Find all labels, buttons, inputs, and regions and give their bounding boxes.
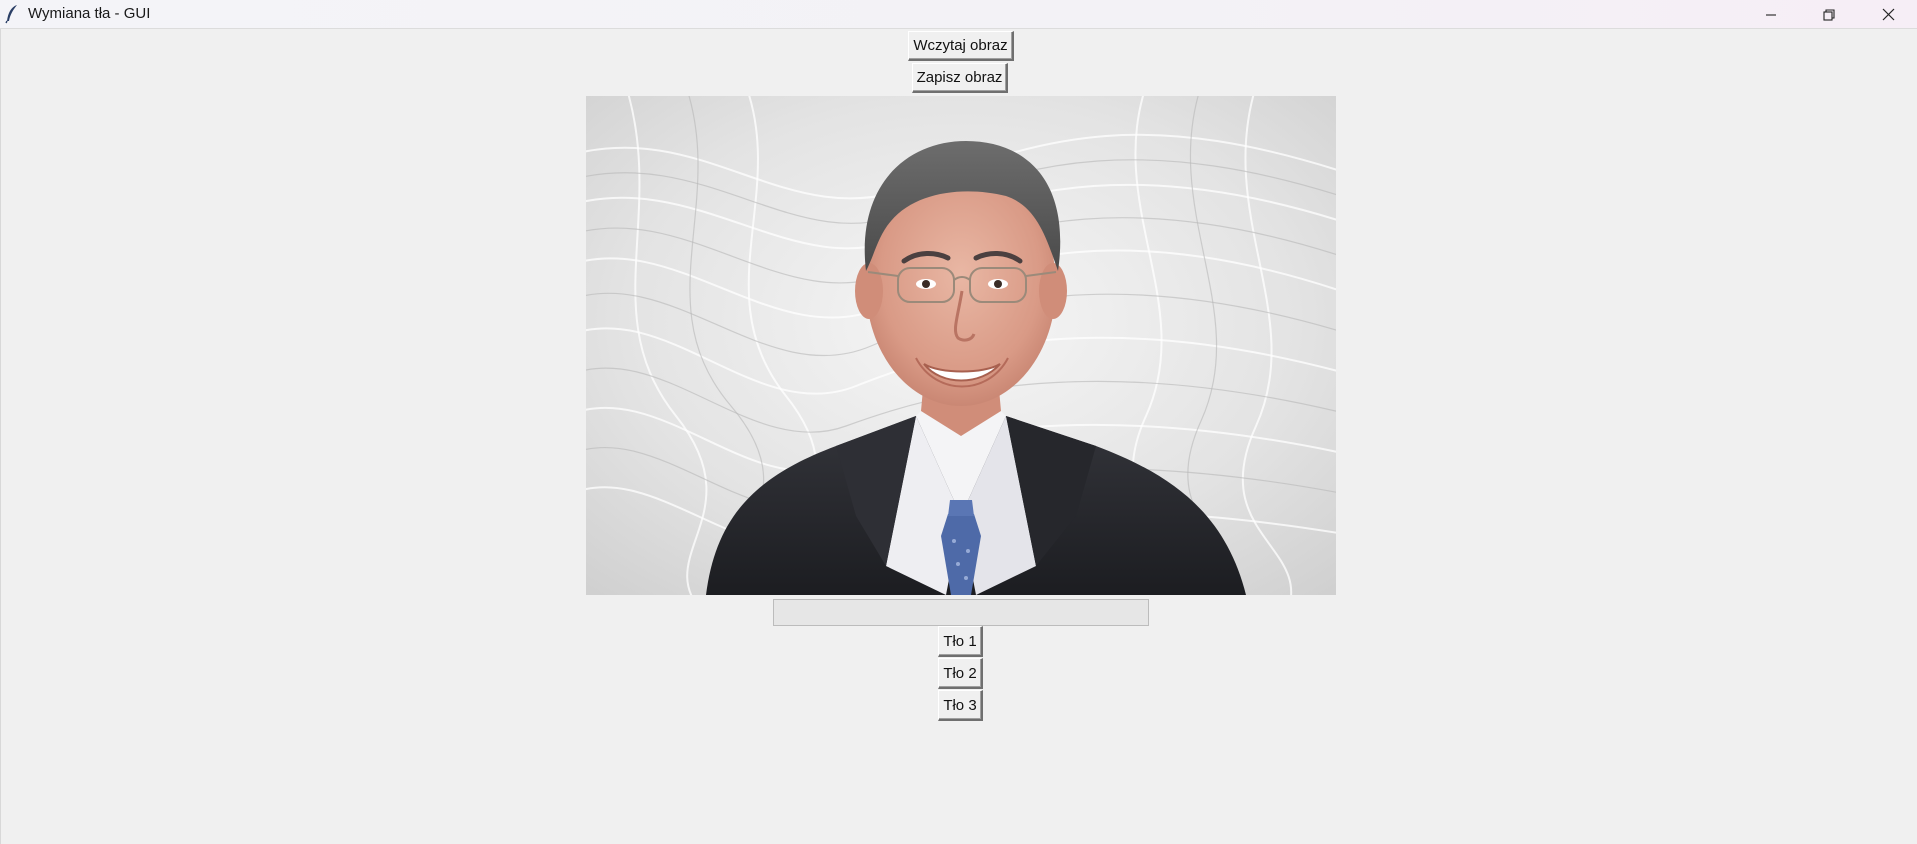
save-image-button[interactable]: Zapisz obraz xyxy=(912,63,1008,93)
app-client-area: Wczytaj obraz Zapisz obraz Tło 1 Tło 2 T… xyxy=(0,29,1917,844)
progress-bar xyxy=(773,599,1149,626)
minimize-icon xyxy=(1766,13,1776,16)
background-3-button[interactable]: Tło 3 xyxy=(938,690,983,721)
title-bar: Wymiana tła - GUI xyxy=(0,0,1917,29)
image-preview xyxy=(586,96,1336,595)
restore-button[interactable] xyxy=(1800,0,1858,29)
feather-icon xyxy=(5,5,17,24)
close-button[interactable] xyxy=(1859,0,1917,29)
close-icon xyxy=(1882,8,1894,21)
minimize-button[interactable] xyxy=(1742,0,1800,29)
restore-icon xyxy=(1823,8,1835,21)
background-2-button[interactable]: Tło 2 xyxy=(938,658,983,689)
window-title: Wymiana tła - GUI xyxy=(28,5,151,22)
portrait-image xyxy=(586,96,1336,595)
load-image-button[interactable]: Wczytaj obraz xyxy=(908,31,1014,61)
background-1-button[interactable]: Tło 1 xyxy=(938,626,983,657)
